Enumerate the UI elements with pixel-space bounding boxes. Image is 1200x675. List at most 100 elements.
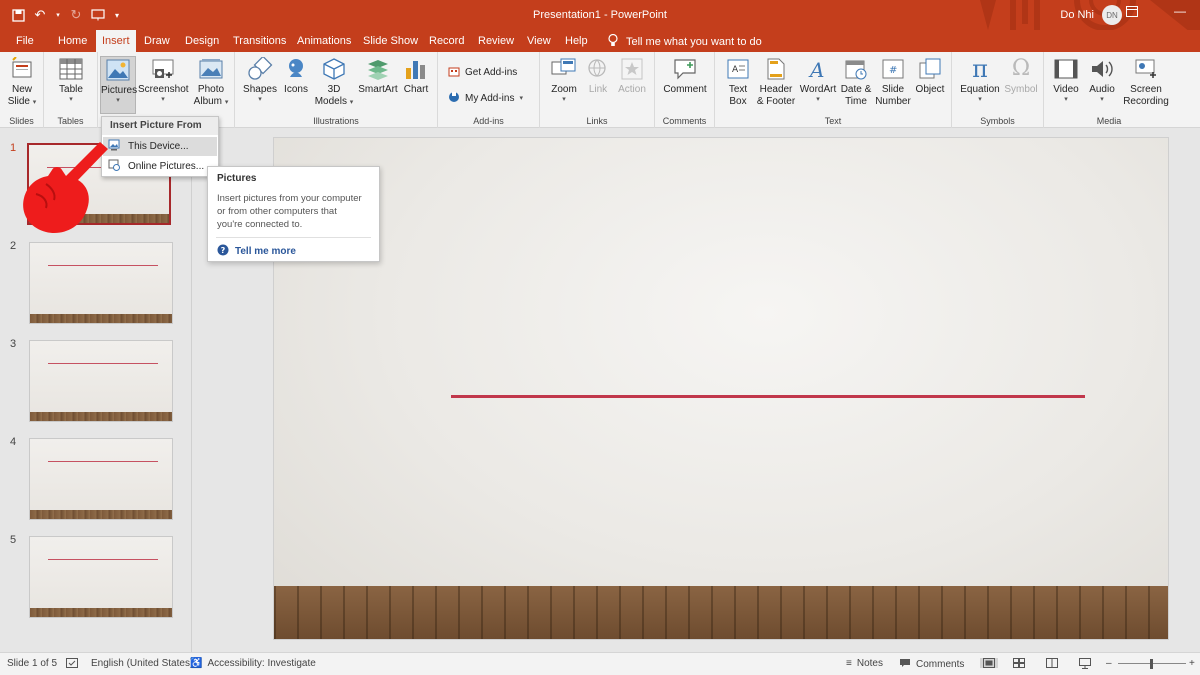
- screenshot-button[interactable]: Screenshot ▾: [138, 56, 189, 104]
- zoom-icon: [551, 56, 577, 82]
- header-footer-label: Header: [759, 84, 793, 95]
- illustrations-group-label: Illustrations: [313, 116, 359, 126]
- links-group: Zoom ▾ Link Action Links: [540, 52, 655, 128]
- audio-label: Audio: [1089, 84, 1115, 95]
- header-footer-button[interactable]: Header & Footer: [756, 56, 796, 108]
- slide-number-button[interactable]: # Slide Number: [874, 56, 912, 108]
- slide-number: 2: [10, 240, 17, 252]
- tables-group: Table ▾ Tables: [44, 52, 98, 128]
- tab-draw[interactable]: Draw: [144, 35, 170, 47]
- smartart-button[interactable]: SmartArt: [356, 56, 400, 96]
- equation-button[interactable]: π Equation ▾: [958, 56, 1002, 104]
- photo-album-button[interactable]: Photo Album ▾: [191, 56, 231, 108]
- tab-record[interactable]: Record: [429, 35, 464, 47]
- normal-view-icon[interactable]: [980, 658, 998, 668]
- slide-thumbnail-5[interactable]: [29, 536, 173, 618]
- video-button[interactable]: Video ▾: [1050, 56, 1082, 104]
- screen-recording-label-2: Recording: [1123, 96, 1169, 107]
- table-label: Table: [59, 84, 83, 95]
- tab-design[interactable]: Design: [185, 35, 219, 47]
- wordart-label: WordArt: [799, 84, 837, 95]
- slide-thumbnail-2[interactable]: [29, 242, 173, 324]
- minimize-icon[interactable]: —: [1174, 4, 1186, 18]
- tab-insert[interactable]: Insert: [96, 30, 136, 52]
- reading-view-icon[interactable]: [1046, 658, 1058, 668]
- wordart-icon: A: [805, 56, 831, 82]
- ribbon-tabs: File Home Insert Draw Design Transitions…: [0, 30, 1200, 52]
- symbol-button[interactable]: Ω Symbol: [1002, 56, 1040, 96]
- slide-thumbnail-3[interactable]: [29, 340, 173, 422]
- object-icon: [917, 56, 943, 82]
- language-status[interactable]: English (United States): [91, 658, 193, 669]
- chart-button[interactable]: Chart: [401, 56, 431, 96]
- online-pictures-menu-item[interactable]: Online Pictures...: [103, 157, 217, 176]
- comments-status-button[interactable]: Comments: [899, 658, 964, 671]
- tab-view[interactable]: View: [527, 35, 551, 47]
- tell-me-more-link[interactable]: ? Tell me more: [217, 244, 296, 259]
- shapes-label: Shapes: [243, 84, 277, 95]
- comments-group-label: Comments: [662, 116, 707, 126]
- screen-recording-label: Screen: [1130, 84, 1162, 95]
- screenshot-label: Screenshot: [138, 84, 189, 95]
- tab-animations[interactable]: Animations: [297, 35, 351, 47]
- screen-recording-icon: [1133, 56, 1159, 82]
- tab-home[interactable]: Home: [58, 35, 87, 47]
- this-device-label: This Device...: [128, 141, 189, 152]
- new-slide-button[interactable]: New Slide ▾: [6, 56, 38, 108]
- notes-button[interactable]: ≡ Notes: [846, 658, 883, 669]
- my-addins-button[interactable]: My Add-ins ▾: [448, 91, 523, 106]
- accessibility-label: Accessibility: Investigate: [207, 658, 316, 669]
- symbol-label: Symbol: [1004, 84, 1038, 95]
- video-icon: [1053, 56, 1079, 82]
- shapes-button[interactable]: Shapes ▾: [241, 56, 279, 104]
- accessibility-status[interactable]: ♿ Accessibility: Investigate: [190, 658, 316, 669]
- pictures-button[interactable]: Pictures ▾: [100, 56, 137, 114]
- this-device-menu-item[interactable]: This Device...: [103, 137, 217, 156]
- link-button[interactable]: Link: [584, 56, 612, 96]
- 3d-models-label: 3D: [327, 84, 341, 95]
- comment-button[interactable]: Comment: [661, 56, 709, 96]
- slide-number: 4: [10, 436, 17, 448]
- slide-sorter-view-icon[interactable]: [1013, 658, 1025, 668]
- zoom-slider-thumb[interactable]: [1150, 659, 1153, 669]
- zoom-button[interactable]: Zoom ▾: [548, 56, 580, 104]
- zoom-out-icon[interactable]: –: [1106, 658, 1112, 669]
- comment-label: Comment: [663, 84, 707, 95]
- media-group-label: Media: [1096, 116, 1122, 126]
- slide-number: 5: [10, 534, 17, 546]
- date-time-button[interactable]: Date & Time: [838, 56, 874, 108]
- links-group-label: Links: [586, 116, 608, 126]
- pictures-tooltip: Pictures Insert pictures from your compu…: [207, 166, 380, 262]
- wordart-button[interactable]: A WordArt ▾: [798, 56, 838, 104]
- table-button[interactable]: Table ▾: [54, 56, 88, 104]
- slide-thumbnail-4[interactable]: [29, 438, 173, 520]
- zoom-in-icon[interactable]: +: [1189, 658, 1195, 669]
- audio-button[interactable]: Audio ▾: [1086, 56, 1118, 104]
- ribbon-display-options-icon[interactable]: [1126, 6, 1138, 20]
- action-button[interactable]: Action: [615, 56, 649, 96]
- comments-icon: [899, 658, 911, 671]
- date-time-label-2: Time: [845, 96, 867, 107]
- 3d-models-button[interactable]: 3D Models ▾: [313, 56, 355, 108]
- user-name[interactable]: Do Nhi: [1060, 9, 1094, 21]
- tooltip-separator: [216, 237, 371, 238]
- current-slide[interactable]: [273, 137, 1169, 640]
- tab-file[interactable]: File: [16, 35, 34, 47]
- tab-transitions[interactable]: Transitions: [233, 35, 286, 47]
- object-button[interactable]: Object: [913, 56, 947, 96]
- tab-help[interactable]: Help: [565, 35, 588, 47]
- spelling-check-icon[interactable]: [66, 658, 78, 669]
- text-box-button[interactable]: A Text Box: [723, 56, 753, 108]
- screen-recording-button[interactable]: Screen Recording: [1122, 56, 1170, 108]
- tell-me-search[interactable]: Tell me what you want to do: [608, 33, 762, 50]
- slide-number-label-2: Number: [875, 96, 911, 107]
- date-time-label: Date &: [840, 84, 872, 95]
- tab-review[interactable]: Review: [478, 35, 514, 47]
- user-avatar[interactable]: DN: [1102, 5, 1122, 25]
- slide-show-view-icon[interactable]: [1079, 658, 1091, 669]
- tab-slide-show[interactable]: Slide Show: [363, 35, 418, 47]
- get-addins-button[interactable]: Get Add-ins: [448, 65, 517, 80]
- icons-button[interactable]: Icons: [281, 56, 311, 96]
- get-addins-label: Get Add-ins: [465, 67, 518, 78]
- tooltip-body-line-3: you're connected to.: [217, 219, 303, 230]
